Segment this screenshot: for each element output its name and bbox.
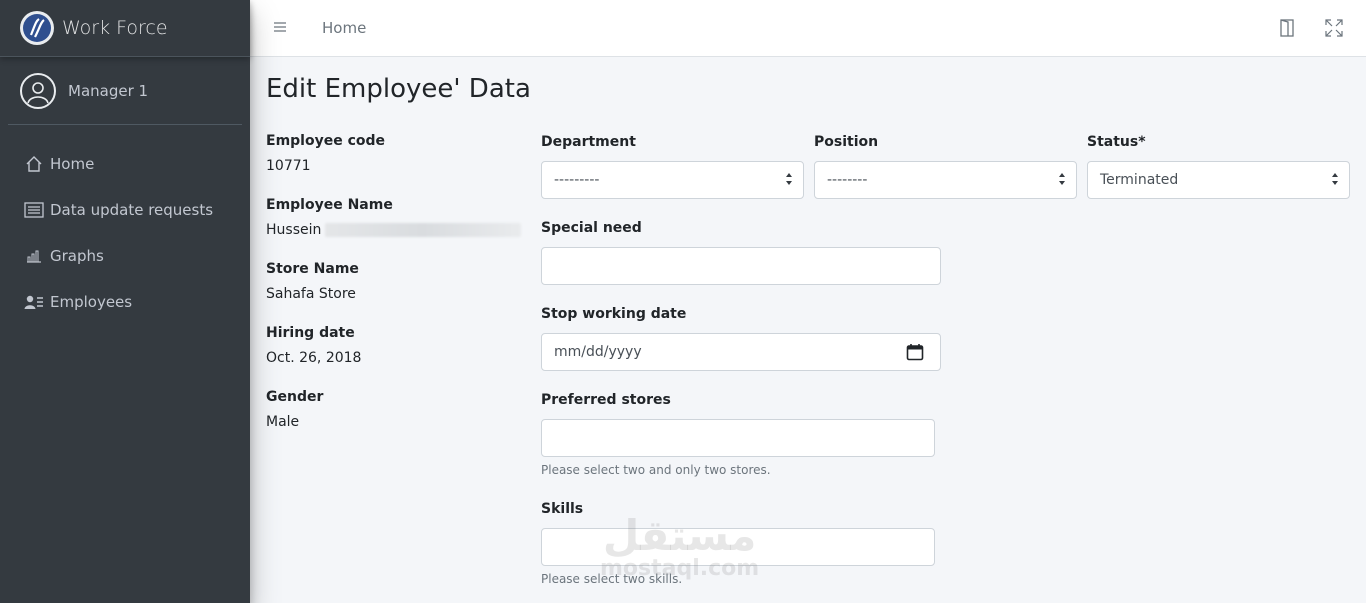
user-avatar-icon [20, 72, 56, 109]
gender-value: Male [266, 414, 300, 430]
user-name: Manager 1 [68, 81, 149, 100]
calendar-icon[interactable] [906, 343, 924, 365]
hiring-date-label: Hiring date [266, 325, 355, 341]
position-label: Position [814, 134, 879, 150]
sidebar-item-home[interactable]: Home [8, 141, 242, 187]
select-arrows-icon [1332, 173, 1338, 185]
department-label: Department [541, 134, 636, 150]
department-select[interactable]: --------- [541, 161, 804, 199]
skills-help: Please select two skills. [541, 572, 683, 586]
stop-working-date-label: Stop working date [541, 306, 687, 322]
employee-code-label: Employee code [266, 133, 386, 149]
select-arrows-icon [786, 173, 792, 185]
stop-working-date-placeholder: mm/dd/yyyy [554, 344, 642, 360]
brand-name: Work Force [62, 17, 168, 39]
door-icon[interactable] [1276, 17, 1298, 39]
store-name-value: Sahafa Store [266, 286, 356, 302]
store-name-block: Store Name Sahafa Store [266, 260, 526, 324]
employee-name-row: Hussein [266, 221, 526, 239]
preferred-stores-label: Preferred stores [541, 392, 671, 408]
menu-icon[interactable] [274, 18, 286, 37]
sidebar-item-label: Employees [50, 293, 133, 311]
stop-working-date-input[interactable]: mm/dd/yyyy [541, 333, 941, 371]
brand-link[interactable]: Work Force [0, 0, 250, 57]
sidebar-item-graphs[interactable]: Graphs [8, 233, 242, 279]
skills-label: Skills [541, 501, 584, 517]
page-title: Edit Employee' Data [266, 74, 531, 104]
employee-code-value: 10771 [266, 158, 311, 174]
department-selected-value: --------- [554, 172, 600, 188]
gender-block: Gender Male [266, 388, 526, 452]
select-arrows-icon [1059, 173, 1065, 185]
redacted-surname [325, 223, 522, 237]
status-label: Status* [1087, 134, 1146, 150]
preferred-stores-help: Please select two and only two stores. [541, 463, 771, 477]
special-need-label: Special need [541, 220, 642, 236]
top-nav-home-link[interactable]: Home [322, 19, 366, 37]
position-selected-value: -------- [827, 172, 868, 188]
hiring-date-value: Oct. 26, 2018 [266, 350, 362, 366]
employee-info: Employee code 10771 Employee Name Hussei… [266, 132, 526, 452]
main-sidebar: Work Force Manager 1 Home Data update re… [0, 0, 250, 603]
position-select[interactable]: -------- [814, 161, 1077, 199]
status-select[interactable]: Terminated [1087, 161, 1350, 199]
bar-chart-icon [24, 246, 44, 266]
status-selected-value: Terminated [1100, 172, 1179, 188]
users-icon [24, 292, 44, 312]
home-icon [24, 154, 44, 174]
sidebar-nav: Home Data update requests Graphs Employe… [0, 125, 250, 325]
gender-label: Gender [266, 389, 324, 405]
employee-code-block: Employee code 10771 [266, 132, 526, 196]
employee-name-block: Employee Name Hussein [266, 196, 526, 260]
sidebar-item-employees[interactable]: Employees [8, 279, 242, 325]
preferred-stores-multiselect[interactable] [541, 419, 935, 457]
sidebar-item-data-update-requests[interactable]: Data update requests [8, 187, 242, 233]
top-navbar: Home [250, 0, 1366, 57]
brand-logo-icon [20, 11, 54, 45]
store-name-label: Store Name [266, 261, 359, 277]
user-panel[interactable]: Manager 1 [8, 57, 242, 125]
sidebar-item-label: Home [50, 155, 95, 173]
sidebar-item-label: Data update requests [50, 201, 214, 219]
list-icon [24, 200, 44, 220]
skills-multiselect[interactable] [541, 528, 935, 566]
employee-name-label: Employee Name [266, 197, 393, 213]
employee-name-value: Hussein [266, 222, 322, 238]
fullscreen-icon[interactable] [1323, 17, 1345, 39]
special-need-input[interactable] [541, 247, 941, 285]
sidebar-item-label: Graphs [50, 247, 104, 265]
hiring-date-block: Hiring date Oct. 26, 2018 [266, 324, 526, 388]
